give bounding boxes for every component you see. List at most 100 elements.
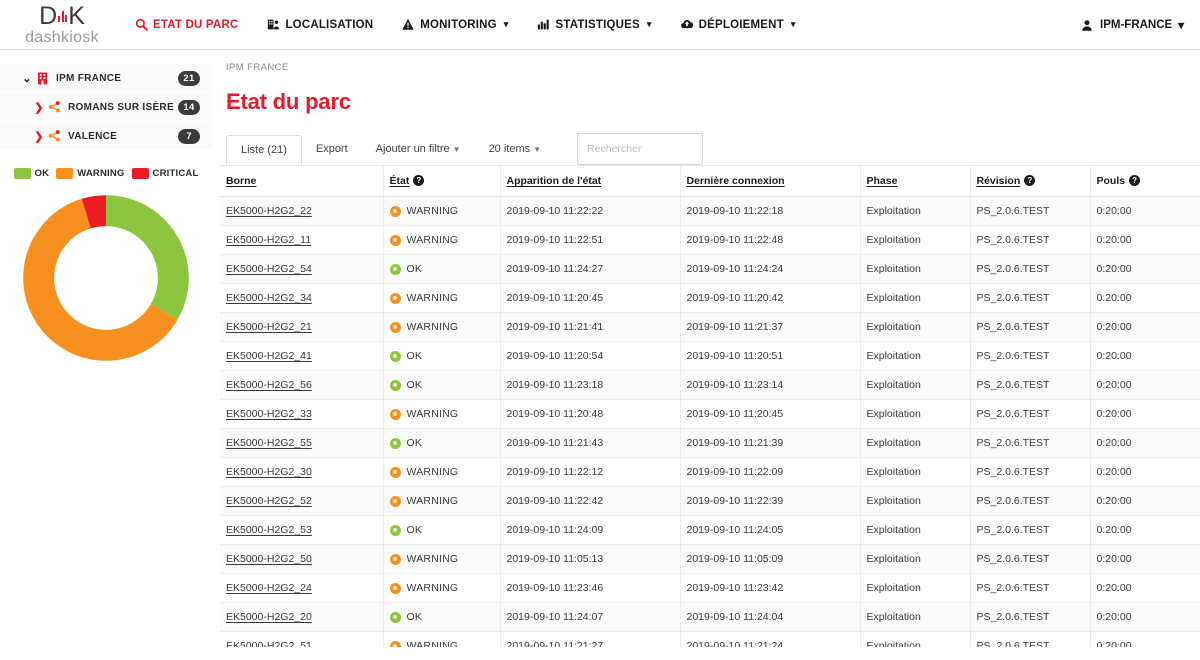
cell-revision: PS_2.0.6.TEST	[970, 313, 1090, 342]
chevron-down-icon[interactable]: ⌄	[20, 72, 34, 85]
borne-link[interactable]: EK5000-H2G2_56	[226, 379, 312, 391]
cell-phase: Exploitation	[860, 429, 970, 458]
borne-link[interactable]: EK5000-H2G2_54	[226, 263, 312, 275]
borne-link[interactable]: EK5000-H2G2_50	[226, 553, 312, 565]
table-row[interactable]: EK5000-H2G2_34WARNING2019-09-10 11:20:45…	[220, 284, 1200, 313]
table-row[interactable]: EK5000-H2G2_53OK2019-09-10 11:24:092019-…	[220, 516, 1200, 545]
table-row[interactable]: EK5000-H2G2_24WARNING2019-09-10 11:23:46…	[220, 574, 1200, 603]
borne-link[interactable]: EK5000-H2G2_11	[226, 234, 311, 246]
logo-mark: D K	[39, 4, 85, 29]
sidebar-tree-node-valence[interactable]: ❯ VALENCE 7	[0, 122, 212, 150]
column-header-derniere-connexion[interactable]: Dernière connexion	[680, 166, 860, 197]
items-per-page-dropdown[interactable]: 20 items▼	[475, 135, 556, 163]
column-header-revision[interactable]: Révision?	[970, 166, 1090, 197]
cell-apparition: 2019-09-10 11:23:18	[500, 371, 680, 400]
cell-etat: OK	[383, 255, 500, 284]
cell-borne: EK5000-H2G2_56	[220, 371, 383, 400]
cell-phase: Exploitation	[860, 284, 970, 313]
cell-etat: WARNING	[383, 400, 500, 429]
borne-link[interactable]: EK5000-H2G2_52	[226, 495, 312, 507]
borne-link[interactable]: EK5000-H2G2_55	[226, 437, 312, 449]
nav-item-label: ETAT DU PARC	[153, 19, 238, 31]
cell-phase: Exploitation	[860, 458, 970, 487]
app-logo[interactable]: D K dashkiosk	[12, 4, 112, 46]
legend-item-warning: WARNING	[56, 168, 124, 179]
table-row[interactable]: EK5000-H2G2_50WARNING2019-09-10 11:05:13…	[220, 545, 1200, 574]
table-row[interactable]: EK5000-H2G2_41OK2019-09-10 11:20:542019-…	[220, 342, 1200, 371]
status-donut-chart[interactable]	[0, 187, 212, 369]
status-dot-icon	[390, 554, 401, 565]
table-row[interactable]: EK5000-H2G2_33 WARNING2019-09-10 11:20:48…	[220, 400, 1200, 429]
help-icon[interactable]: ?	[1024, 175, 1035, 186]
column-header-etat[interactable]: État?	[383, 166, 500, 197]
cell-etat: WARNING	[383, 226, 500, 255]
borne-link[interactable]: EK5000-H2G2_30	[226, 466, 312, 478]
sidebar-tree-node-ipm-france[interactable]: ⌄ IPM FRANCE 21	[0, 64, 212, 92]
borne-link[interactable]: EK5000-H2G2_34	[226, 292, 312, 304]
table-row[interactable]: EK5000-H2G2_52 WARNING2019-09-10 11:22:42…	[220, 487, 1200, 516]
items-per-page-label: 20 items	[489, 143, 531, 155]
cell-pouls: 0:20:00	[1090, 342, 1200, 371]
borne-link[interactable]: EK5000-H2G2_41	[226, 350, 312, 362]
column-header-pouls[interactable]: Pouls?	[1090, 166, 1200, 197]
column-header-apparition[interactable]: Apparition de l'état	[500, 166, 680, 197]
cell-borne: EK5000-H2G2_20	[220, 603, 383, 632]
table-row[interactable]: EK5000-H2G2_56OK2019-09-10 11:23:182019-…	[220, 371, 1200, 400]
status-dot-icon	[390, 467, 401, 478]
table-row[interactable]: EK5000-H2G2_20 OK 2019-09-10 11:24:072019-…	[220, 603, 1200, 632]
borne-link[interactable]: EK5000-H2G2_53	[226, 524, 312, 536]
table-row[interactable]: EK5000-H2G2_55OK2019-09-10 11:21:432019-…	[220, 429, 1200, 458]
cloud-upload-icon	[680, 18, 694, 32]
borne-link[interactable]: EK5000-H2G2_22	[226, 205, 312, 217]
sidebar-tree-node-romans-sur-isere[interactable]: ❯ ROMANS SUR ISÈRE 14	[0, 93, 212, 121]
nav-item-deploiement[interactable]: DÉPLOIEMENT ▾	[666, 12, 810, 38]
table-row[interactable]: EK5000-H2G2_22WARNING2019-09-10 11:22:22…	[220, 197, 1200, 226]
borne-link[interactable]: EK5000-H2G2_21	[226, 321, 312, 333]
cell-pouls: 0:20:00	[1090, 400, 1200, 429]
nav-item-statistiques[interactable]: STATISTIQUES ▾	[523, 12, 666, 38]
breadcrumb[interactable]: IPM FRANCE	[220, 50, 1200, 73]
cell-apparition: 2019-09-10 11:24:09	[500, 516, 680, 545]
nav-item-etat-du-parc[interactable]: ETAT DU PARC	[120, 12, 252, 38]
user-menu[interactable]: IPM-FRANCE ▾	[1080, 0, 1184, 50]
nav-item-localisation[interactable]: LOCALISATION	[252, 12, 387, 38]
cell-etat: WARNING	[383, 197, 500, 226]
cell-derniere-connexion: 2019-09-10 11:22:09	[680, 458, 860, 487]
table-row[interactable]: EK5000-H2G2_51WARNING2019-09-10 11:21:27…	[220, 632, 1200, 648]
table-row[interactable]: EK5000-H2G2_30WARNING2019-09-10 11:22:12…	[220, 458, 1200, 487]
borne-link[interactable]: EK5000-H2G2_33	[226, 408, 312, 420]
borne-link[interactable]: EK5000-H2G2_51	[226, 640, 312, 647]
cell-apparition: 2019-09-10 11:20:48	[500, 400, 680, 429]
table-row[interactable]: EK5000-H2G2_54OK2019-09-10 11:24:272019-…	[220, 255, 1200, 284]
table-row[interactable]: EK5000-H2G2_21WARNING2019-09-10 11:21:41…	[220, 313, 1200, 342]
borne-link[interactable]: EK5000-H2G2_24	[226, 582, 312, 594]
cell-revision: PS_2.0.6.TEST	[970, 574, 1090, 603]
cell-etat: WARNING	[383, 487, 500, 516]
table-row[interactable]: EK5000-H2G2_11WARNING2019-09-10 11:22:51…	[220, 226, 1200, 255]
help-icon[interactable]: ?	[1129, 175, 1140, 186]
cell-derniere-connexion: 2019-09-10 11:24:04	[680, 603, 860, 632]
nav-item-monitoring[interactable]: MONITORING ▾	[387, 12, 522, 38]
cell-apparition: 2019-09-10 11:22:42	[500, 487, 680, 516]
tab-liste[interactable]: Liste (21)	[226, 135, 302, 165]
table-scroll-region[interactable]: Borne État? Apparition de l'état Dernièr…	[220, 165, 1200, 647]
search-input[interactable]	[577, 133, 703, 165]
status-label: WARNING	[407, 466, 459, 478]
column-header-borne[interactable]: Borne	[220, 166, 383, 197]
cell-revision: PS_2.0.6.TEST	[970, 342, 1090, 371]
borne-link[interactable]: EK5000-H2G2_20	[226, 611, 312, 623]
column-header-phase[interactable]: Phase	[860, 166, 970, 197]
chevron-down-icon: ▾	[1178, 18, 1184, 32]
nav-item-label: MONITORING	[420, 19, 497, 31]
status-label: OK	[407, 611, 423, 623]
cell-etat: OK	[383, 371, 500, 400]
sidebar-node-count-badge: 21	[178, 71, 200, 86]
cell-revision: PS_2.0.6.TEST	[970, 603, 1090, 632]
chevron-right-icon[interactable]: ❯	[32, 130, 46, 143]
chevron-right-icon[interactable]: ❯	[32, 101, 46, 114]
help-icon[interactable]: ?	[413, 175, 424, 186]
add-filter-dropdown[interactable]: Ajouter un filtre▼	[362, 135, 475, 163]
cell-apparition: 2019-09-10 11:24:07	[500, 603, 680, 632]
export-button[interactable]: Export	[302, 135, 362, 163]
nav-item-label: LOCALISATION	[285, 19, 373, 31]
